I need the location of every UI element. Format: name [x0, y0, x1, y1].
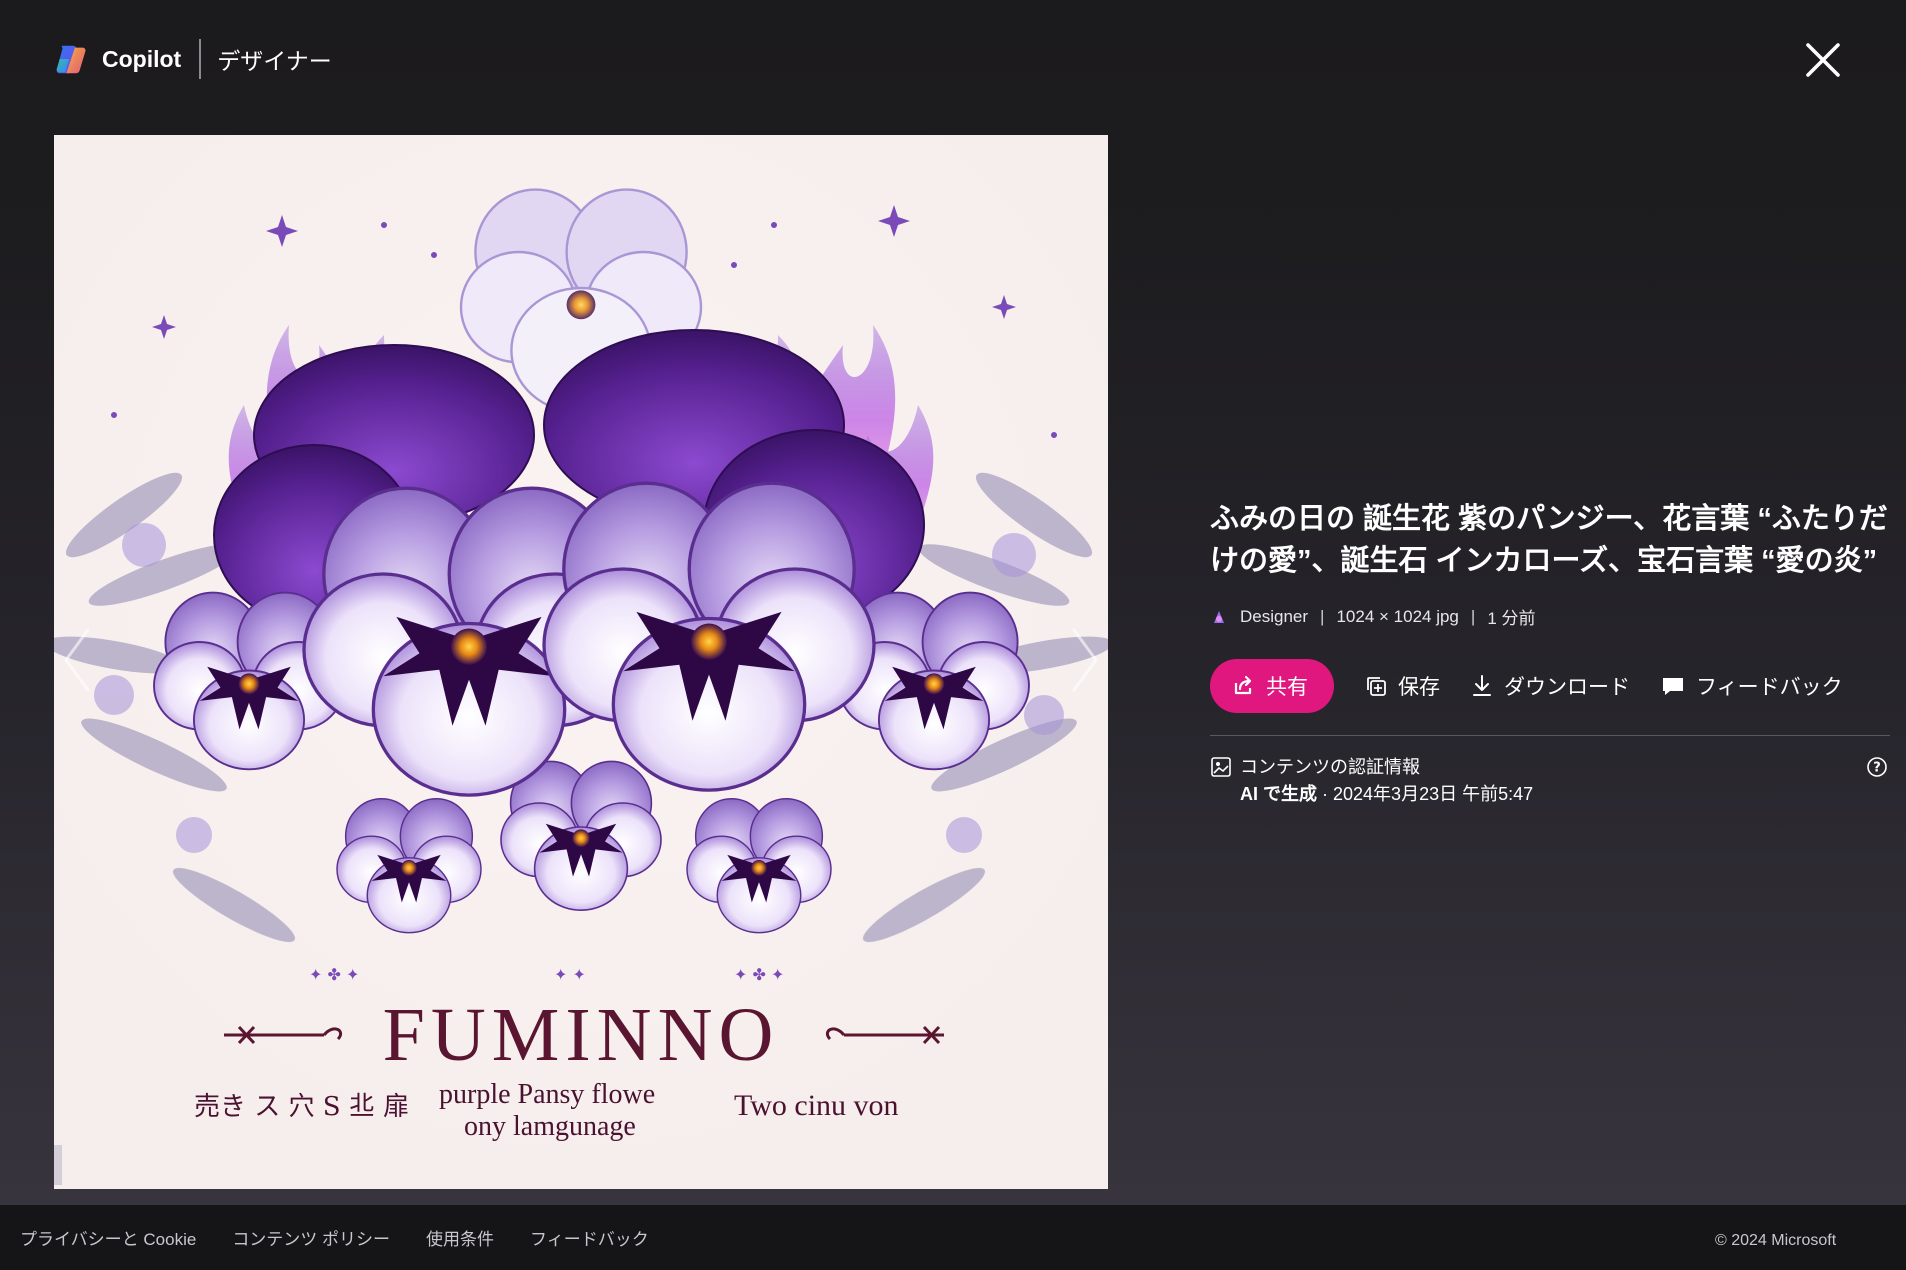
- caption-right: Two cinu von: [734, 1089, 899, 1122]
- next-image-icon[interactable]: [1064, 620, 1104, 700]
- download-icon: [1473, 675, 1491, 696]
- brand: Copilot デザイナー: [54, 36, 332, 82]
- feedback-button[interactable]: フィードバック: [1660, 671, 1843, 701]
- meta-time: 1 分前: [1487, 609, 1536, 628]
- svg-text:?: ?: [1873, 761, 1881, 776]
- credentials-ai-label: AI で生成: [1240, 784, 1318, 804]
- svg-text:✦ ✦: ✦ ✦: [554, 965, 586, 984]
- action-bar: 共有 保存 ダウンロード フィードバック: [1210, 659, 1890, 713]
- save-button[interactable]: 保存: [1364, 671, 1440, 701]
- caption-mid-line1: purple Pansy flowe: [439, 1079, 655, 1110]
- svg-text:✦ ✤ ✦: ✦ ✤ ✦: [734, 965, 784, 984]
- caption-mid-line2: ony lamgunage: [464, 1111, 636, 1142]
- credentials-detail: AI で生成 · 2024年3月23日 午前5:47: [1240, 781, 1533, 808]
- footer-links: プライバシーと Cookie コンテンツ ポリシー 使用条件 フィードバック: [20, 1225, 685, 1250]
- brand-divider: [199, 39, 202, 79]
- image-title: ふみの日の 誕生花 紫のパンジー、花言葉 “ふたりだけの愛”、誕生石 インカロー…: [1210, 503, 1888, 577]
- footer-link-privacy[interactable]: プライバシーと Cookie: [20, 1225, 196, 1250]
- image-details: ふみの日の 誕生花 紫のパンジー、花言葉 “ふたりだけの愛”、誕生石 インカロー…: [1210, 498, 1890, 808]
- save-label: 保存: [1398, 676, 1440, 699]
- footer-link-feedback[interactable]: フィードバック: [530, 1225, 649, 1250]
- meta-separator: |: [1470, 606, 1476, 626]
- footer-link-terms[interactable]: 使用条件: [426, 1225, 494, 1250]
- credentials-date: · 2024年3月23日 午前5:47: [1317, 784, 1534, 804]
- brand-name: Copilot: [102, 45, 182, 72]
- share-label: 共有: [1266, 676, 1308, 699]
- generated-image: ✦ ✤ ✦ ✦ ✦ ✦ ✤ ✦ FUMINNO 売き ス 穴 S 丠 扉 purpl…: [54, 135, 1108, 1189]
- top-bar: Copilot デザイナー: [0, 0, 1906, 115]
- meta-separator: |: [1320, 606, 1325, 626]
- pansy-artwork: ✦ ✤ ✦ ✦ ✦ ✦ ✤ ✦ FUMINNO 売き ス 穴 S 丠 扉 purpl…: [54, 135, 1108, 1189]
- close-icon[interactable]: [1800, 37, 1846, 83]
- feedback-icon: [1663, 678, 1683, 695]
- content-credentials-icon: [1211, 757, 1231, 777]
- copyright: © 2024 Microsoft: [1715, 1232, 1837, 1249]
- svg-text:✦ ✤ ✦: ✦ ✤ ✦: [309, 965, 359, 984]
- footer-link-content-policy[interactable]: コンテンツ ポリシー: [232, 1225, 390, 1250]
- download-label: ダウンロード: [1504, 676, 1630, 699]
- designer-icon: [1214, 610, 1224, 623]
- details-divider: [1210, 735, 1890, 736]
- app-name: デザイナー: [217, 48, 332, 74]
- meta-size: 1024 × 1024 jpg: [1336, 606, 1459, 626]
- image-meta: Designer | 1024 × 1024 jpg | 1 分前: [1210, 604, 1890, 629]
- meta-source: Designer: [1240, 606, 1309, 626]
- footer: プライバシーと Cookie コンテンツ ポリシー 使用条件 フィードバック: [0, 1205, 1906, 1270]
- credentials-title: コンテンツの認証情報: [1240, 757, 1420, 777]
- content-credentials: コンテンツの認証情報 AI で生成 · 2024年3月23日 午前5:47 ?: [1210, 754, 1890, 808]
- caption-title: FUMINNO: [383, 993, 780, 1077]
- caption-left: 売き ス 穴 S 丠 扉: [194, 1092, 409, 1122]
- share-button[interactable]: 共有: [1210, 659, 1334, 713]
- download-button[interactable]: ダウンロード: [1470, 671, 1630, 701]
- copilot-logo-icon: [56, 45, 86, 74]
- save-collection-icon: [1367, 677, 1386, 696]
- share-icon: [1234, 675, 1252, 695]
- help-icon[interactable]: ?: [1866, 756, 1888, 778]
- previous-image-icon[interactable]: [58, 620, 98, 700]
- feedback-label: フィードバック: [1696, 676, 1843, 699]
